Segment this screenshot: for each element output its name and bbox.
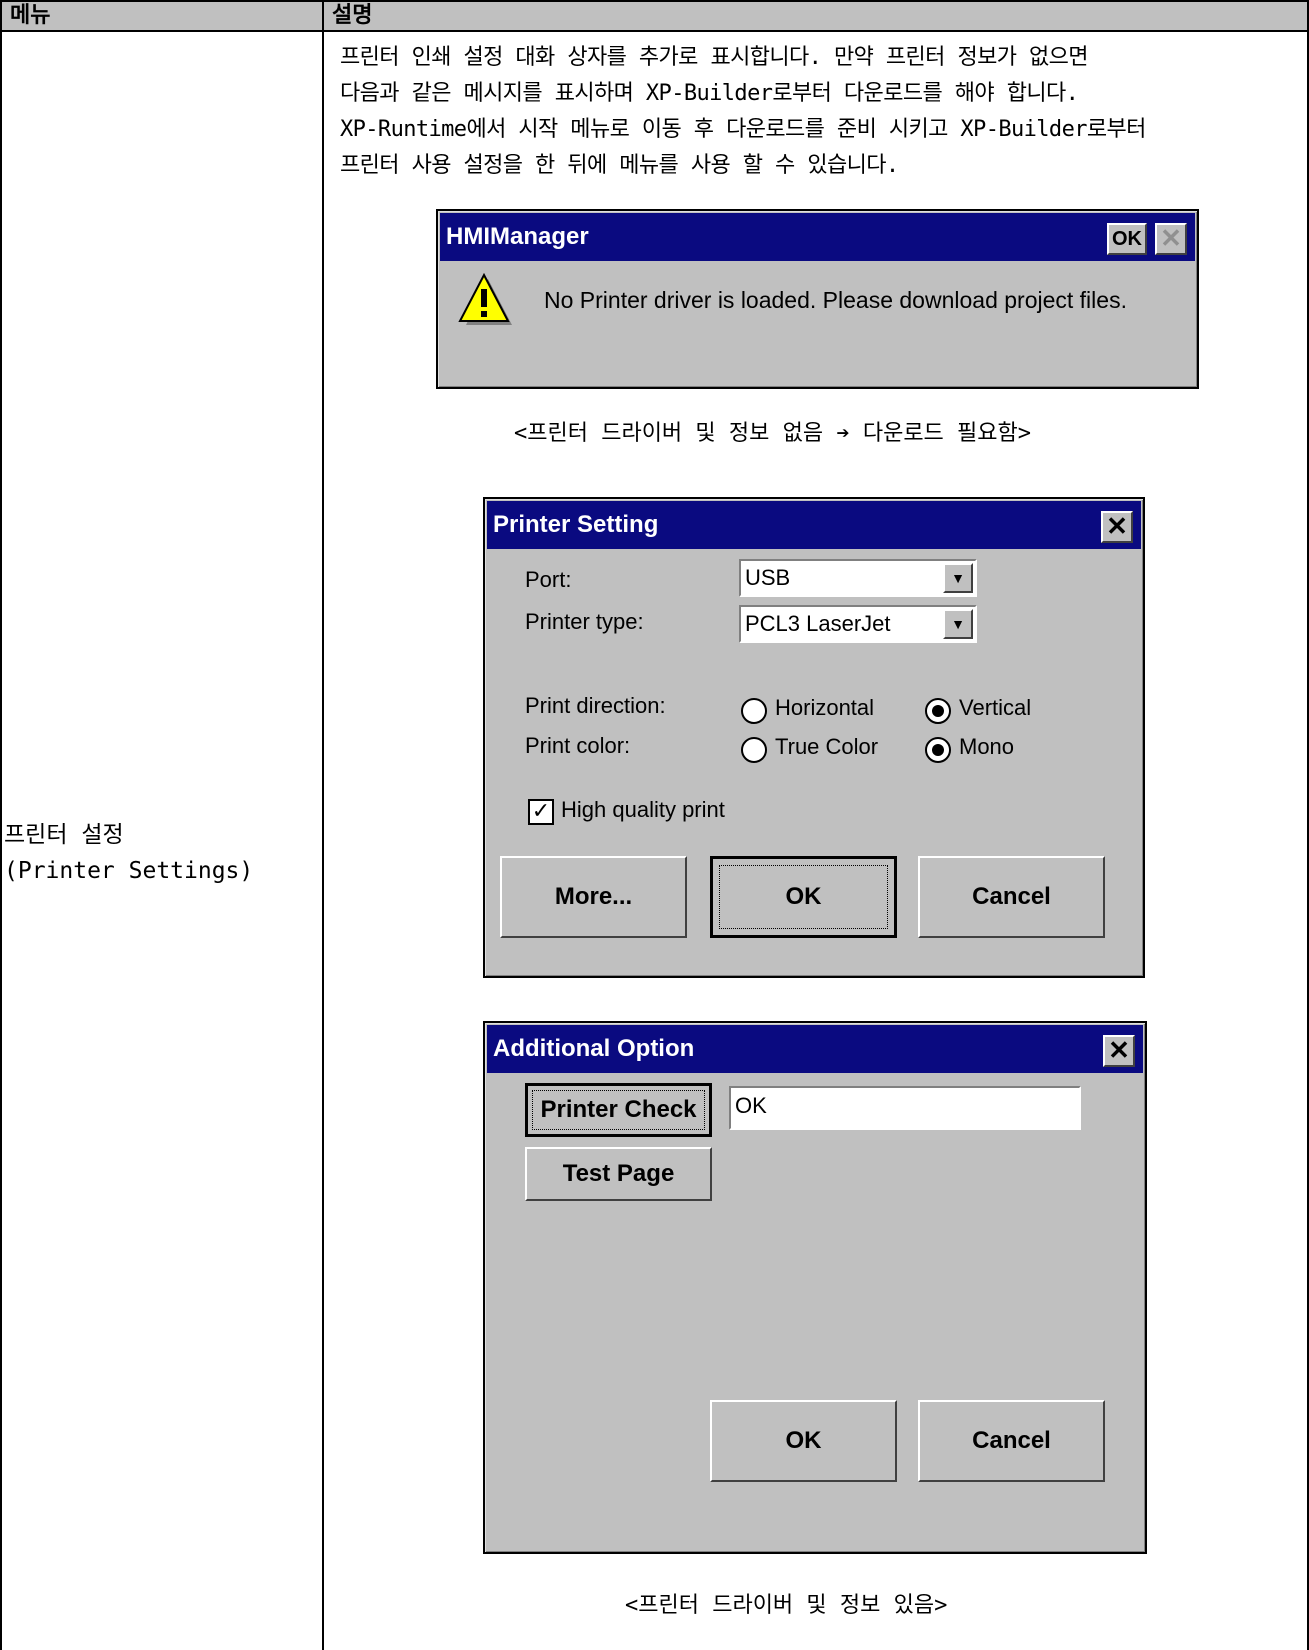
menu-label-english: (Printer Settings) <box>4 858 254 884</box>
focus-rect <box>532 1090 705 1130</box>
radio-true-color[interactable] <box>741 737 767 763</box>
test-page-button[interactable]: Test Page <box>525 1147 712 1201</box>
printer-check-button[interactable]: Printer Check <box>525 1083 712 1137</box>
warning-icon <box>458 273 512 325</box>
titlebar-ok-button[interactable]: OK <box>1107 223 1147 255</box>
radio-mono[interactable] <box>925 737 951 763</box>
menu-label-korean: 프린터 설정 <box>4 822 124 848</box>
description-line: 프린터 인쇄 설정 대화 상자를 추가로 표시합니다. 만약 프린터 정보가 없… <box>340 45 1089 70</box>
close-icon[interactable]: ✕ <box>1101 511 1133 543</box>
radio-horizontal[interactable] <box>741 698 767 724</box>
hmi-dialog-titlebar: HMIManager OK ✕ <box>440 213 1195 261</box>
printer-setting-dialog: Printer Setting ✕ Port: USB ▼ Printer ty… <box>483 497 1145 978</box>
description-line: 프린터 사용 설정을 한 뒤에 메뉴를 사용 할 수 있습니다. <box>340 153 899 178</box>
radio-vertical[interactable] <box>925 698 951 724</box>
table-border-left <box>0 0 2 1650</box>
high-quality-label: High quality print <box>561 797 725 822</box>
radio-horizontal-label: Horizontal <box>775 695 875 720</box>
cancel-button[interactable]: Cancel <box>918 856 1105 938</box>
header-description: 설명 <box>322 0 1309 32</box>
caption-with-driver: <프린터 드라이버 및 정보 있음> <box>625 1593 948 1618</box>
printer-status-field: OK <box>729 1086 1081 1130</box>
chevron-down-icon[interactable]: ▼ <box>943 563 973 593</box>
radio-vertical-label: Vertical <box>959 695 1032 720</box>
print-direction-label: Print direction: <box>525 693 666 718</box>
cancel-button[interactable]: Cancel <box>918 1400 1105 1482</box>
additional-option-titlebar: Additional Option ✕ <box>487 1025 1143 1073</box>
printer-type-dropdown[interactable]: PCL3 LaserJet ▼ <box>739 605 977 643</box>
radio-mono-label: Mono <box>959 734 1015 759</box>
chevron-down-icon[interactable]: ▼ <box>943 609 973 639</box>
printer-setting-title: Printer Setting <box>493 511 659 538</box>
description-line: 다음과 같은 메시지를 표시하며 XP-Builder로부터 다운로드를 해야 … <box>340 81 1079 106</box>
description-text: 프린터 인쇄 설정 대화 상자를 추가로 표시합니다. 만약 프린터 정보가 없… <box>340 40 1290 184</box>
port-dropdown[interactable]: USB ▼ <box>739 559 977 597</box>
radio-true-color-label: True Color <box>775 734 879 759</box>
hmi-dialog-message: No Printer driver is loaded. Please down… <box>544 287 1127 313</box>
more-button[interactable]: More... <box>500 856 687 938</box>
ok-button[interactable]: OK <box>710 1400 897 1482</box>
header-menu: 메뉴 <box>0 0 324 32</box>
hmi-dialog-title: HMIManager <box>446 223 589 250</box>
printer-type-value: PCL3 LaserJet <box>745 611 891 636</box>
additional-option-dialog: Additional Option ✕ Printer Check OK Tes… <box>483 1021 1147 1554</box>
column-divider <box>322 0 324 1650</box>
caption-no-driver: <프린터 드라이버 및 정보 없음 ➔ 다운로드 필요함> <box>514 421 1032 446</box>
port-label: Port: <box>525 567 572 592</box>
description-line: XP-Runtime에서 시작 메뉴로 이동 후 다운로드를 준비 시키고 XP… <box>340 117 1146 142</box>
focus-rect <box>719 865 888 929</box>
hmi-manager-dialog: HMIManager OK ✕ No Printer driver is loa… <box>436 209 1199 389</box>
print-color-label: Print color: <box>525 733 631 758</box>
port-value: USB <box>745 565 791 590</box>
printer-type-label: Printer type: <box>525 609 644 634</box>
high-quality-checkbox[interactable]: ✓ <box>528 799 554 825</box>
printer-setting-titlebar: Printer Setting ✕ <box>487 501 1141 549</box>
additional-option-title: Additional Option <box>493 1035 695 1062</box>
close-icon[interactable]: ✕ <box>1103 1035 1135 1067</box>
ok-button[interactable]: OK <box>710 856 897 938</box>
menu-cell: 프린터 설정 (Printer Settings) <box>4 817 253 889</box>
close-icon: ✕ <box>1155 223 1187 255</box>
